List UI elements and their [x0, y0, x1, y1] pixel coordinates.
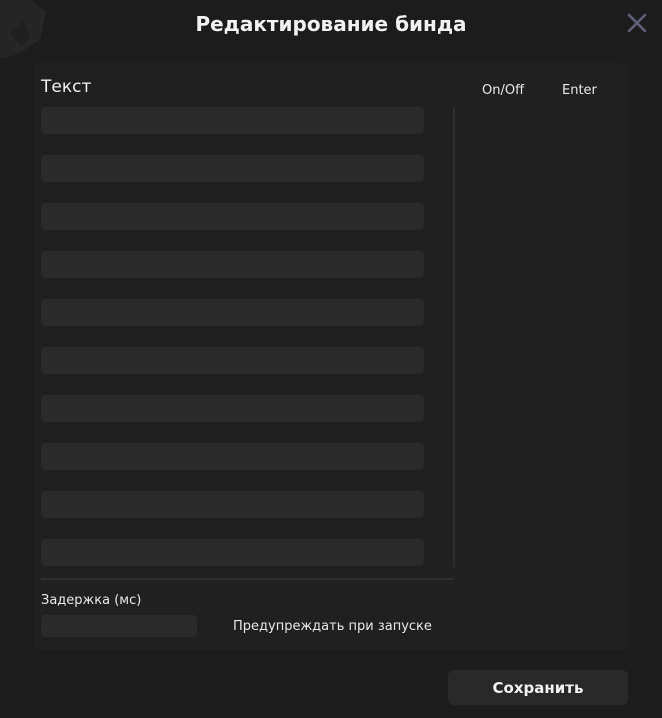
column-header-on-off: On/Off [482, 83, 525, 98]
section-divider [41, 578, 454, 580]
bind-line-input[interactable] [41, 347, 424, 374]
bind-line-input[interactable] [41, 395, 424, 422]
list-scrollbar[interactable] [453, 107, 455, 567]
bind-lines-list [41, 107, 424, 587]
bind-line-input[interactable] [41, 539, 424, 566]
bind-line-input[interactable] [41, 491, 424, 518]
dialog-title: Редактирование бинда [195, 12, 467, 36]
bind-line-input[interactable] [41, 155, 424, 182]
bind-line-input[interactable] [41, 299, 424, 326]
bind-line-input[interactable] [41, 203, 424, 230]
text-section-label: Текст [41, 77, 92, 97]
warn-on-start-toggle[interactable]: Предупреждать при запуске [233, 619, 432, 634]
delay-label: Задержка (мс) [41, 593, 142, 608]
bind-line-input[interactable] [41, 251, 424, 278]
save-button[interactable]: Сохранить [448, 670, 628, 705]
bind-editor-panel: Текст On/Off Enter Задержка (мс) Предупр… [34, 63, 628, 650]
column-header-enter: Enter [562, 83, 597, 98]
bind-line-input[interactable] [41, 107, 424, 134]
delay-input[interactable] [41, 615, 197, 637]
bind-line-input[interactable] [41, 443, 424, 470]
close-icon[interactable] [626, 12, 648, 34]
